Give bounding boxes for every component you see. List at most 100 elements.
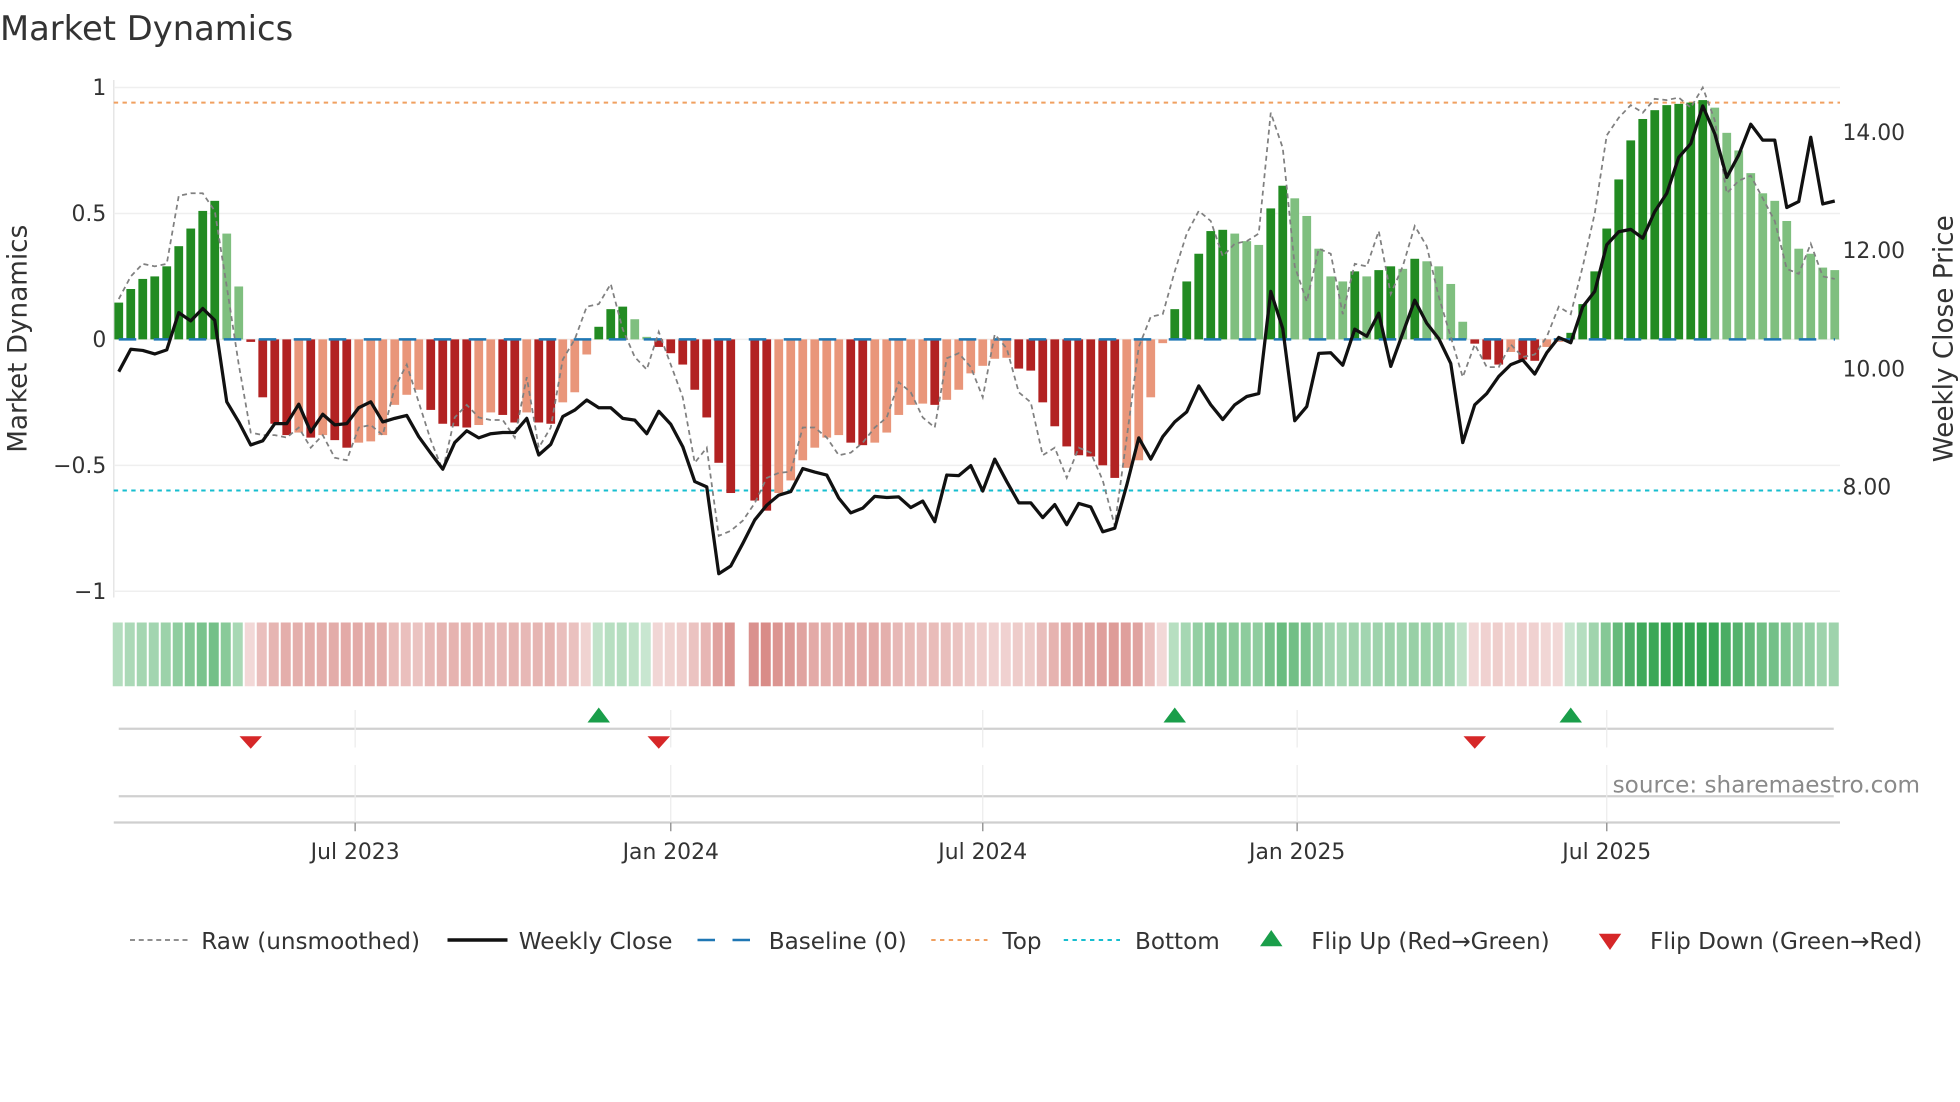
momentum-bar: [666, 339, 676, 354]
strip-cell: [1708, 622, 1719, 687]
momentum-bar: [1038, 339, 1048, 403]
strip-cell: [1360, 622, 1371, 687]
x-axis: Jul 2023 Jan 2024 Jul 2024 Jan 2025 Jul 2025: [113, 710, 1840, 865]
momentum-bar: [882, 339, 892, 433]
strip-cell: [568, 622, 579, 687]
momentum-bar: [1626, 140, 1636, 340]
strip-cell: [940, 622, 951, 687]
strip-cell: [112, 622, 123, 687]
momentum-bar: [822, 339, 832, 438]
legend-item-flip_down: Flip Down (Green→Red): [1598, 929, 1922, 955]
momentum-bar: [570, 339, 580, 393]
strip-cell: [316, 622, 327, 687]
strip-cell: [1780, 622, 1791, 687]
momentum-bar: [1746, 173, 1756, 340]
flip-down-marker: [1463, 736, 1486, 749]
momentum-bar: [714, 339, 724, 463]
strip-cell: [256, 622, 267, 687]
strip-cell: [1144, 622, 1155, 687]
momentum-bar: [126, 289, 136, 340]
strip-cell: [1564, 622, 1575, 687]
strip-cell: [1612, 622, 1623, 687]
strip-cell: [472, 622, 483, 687]
momentum-bar: [894, 339, 904, 415]
momentum-bar: [534, 339, 544, 423]
strip-cell: [868, 622, 879, 687]
x-tick-label: Jul 2025: [1560, 840, 1651, 865]
strip-cell: [1468, 622, 1479, 687]
strip-cell: [220, 622, 231, 687]
momentum-bar: [750, 339, 760, 501]
legend-flip-up-icon: [1260, 930, 1283, 947]
strip-cell: [604, 622, 615, 687]
momentum-bar: [558, 339, 568, 403]
strip-cell: [1432, 622, 1443, 687]
momentum-bar: [942, 339, 952, 400]
momentum-bar: [966, 339, 976, 374]
strip-cell: [412, 622, 423, 687]
strip-cell: [1156, 622, 1167, 687]
momentum-bar: [726, 339, 736, 494]
legend-label: Flip Up (Red→Green): [1311, 929, 1549, 955]
momentum-bar: [1326, 276, 1336, 340]
strip-cell: [520, 622, 531, 687]
series-lines: [117, 85, 1836, 576]
momentum-bar: [798, 339, 808, 461]
momentum-bar: [594, 326, 604, 340]
strip-cell: [1660, 622, 1671, 687]
strip-cell: [832, 622, 843, 687]
strip-cell: [1456, 622, 1467, 687]
strip-cell: [208, 622, 219, 687]
strip-cell: [1240, 622, 1251, 687]
y-tick-label: 1: [92, 76, 106, 101]
legend: Raw (unsmoothed) Weekly Close Baseline (0)…: [130, 929, 1922, 955]
strip-cell: [1264, 622, 1275, 687]
strip-cell: [1000, 622, 1011, 687]
momentum-bar: [606, 309, 616, 340]
x-tick-label: Jul 2023: [309, 840, 400, 865]
momentum-bar: [522, 339, 532, 413]
strip-cell: [1132, 622, 1143, 687]
strip-cell: [1024, 622, 1035, 687]
momentum-bar: [1806, 253, 1816, 340]
strip-cell: [184, 622, 195, 687]
strip-cell: [856, 622, 867, 687]
flip-markers: [118, 707, 1834, 798]
strip-cell: [556, 622, 567, 687]
momentum-bar: [1434, 266, 1444, 340]
momentum-bar: [954, 339, 964, 390]
strip-cell: [1756, 622, 1767, 687]
regime-strip: [112, 622, 1839, 687]
momentum-bar: [930, 339, 940, 405]
momentum-bar: [582, 339, 592, 355]
momentum-bar: [858, 339, 868, 446]
strip-cell: [448, 622, 459, 687]
strip-cell: [1444, 622, 1455, 687]
momentum-bar: [1494, 339, 1504, 365]
legend-label: Top: [1002, 929, 1042, 955]
strip-cell: [1048, 622, 1059, 687]
chart-title: Market Dynamics: [0, 9, 293, 48]
strip-cell: [928, 622, 939, 687]
strip-cell: [844, 622, 855, 687]
strip-cell: [592, 622, 603, 687]
strip-cell: [424, 622, 435, 687]
market-dynamics-chart: Market Dynamics Market Dynamics Weekly C…: [0, 9, 1960, 955]
momentum-bar: [1470, 339, 1480, 344]
momentum-bar: [1830, 270, 1840, 340]
momentum-bar: [834, 339, 844, 436]
momentum-bar: [390, 339, 400, 405]
strip-cell: [628, 622, 639, 687]
x-tick-label: Jul 2024: [936, 840, 1027, 865]
strip-cell: [1348, 622, 1359, 687]
strip-cell: [916, 622, 927, 687]
momentum-bar: [1530, 339, 1540, 361]
strip-cell: [1216, 622, 1227, 687]
strip-cell: [712, 622, 723, 687]
legend-label: Bottom: [1135, 929, 1220, 955]
strip-cell: [904, 622, 915, 687]
strip-cell: [1684, 622, 1695, 687]
momentum-bar: [918, 339, 928, 404]
momentum-bar: [1206, 231, 1216, 340]
momentum-bar: [1062, 339, 1072, 447]
